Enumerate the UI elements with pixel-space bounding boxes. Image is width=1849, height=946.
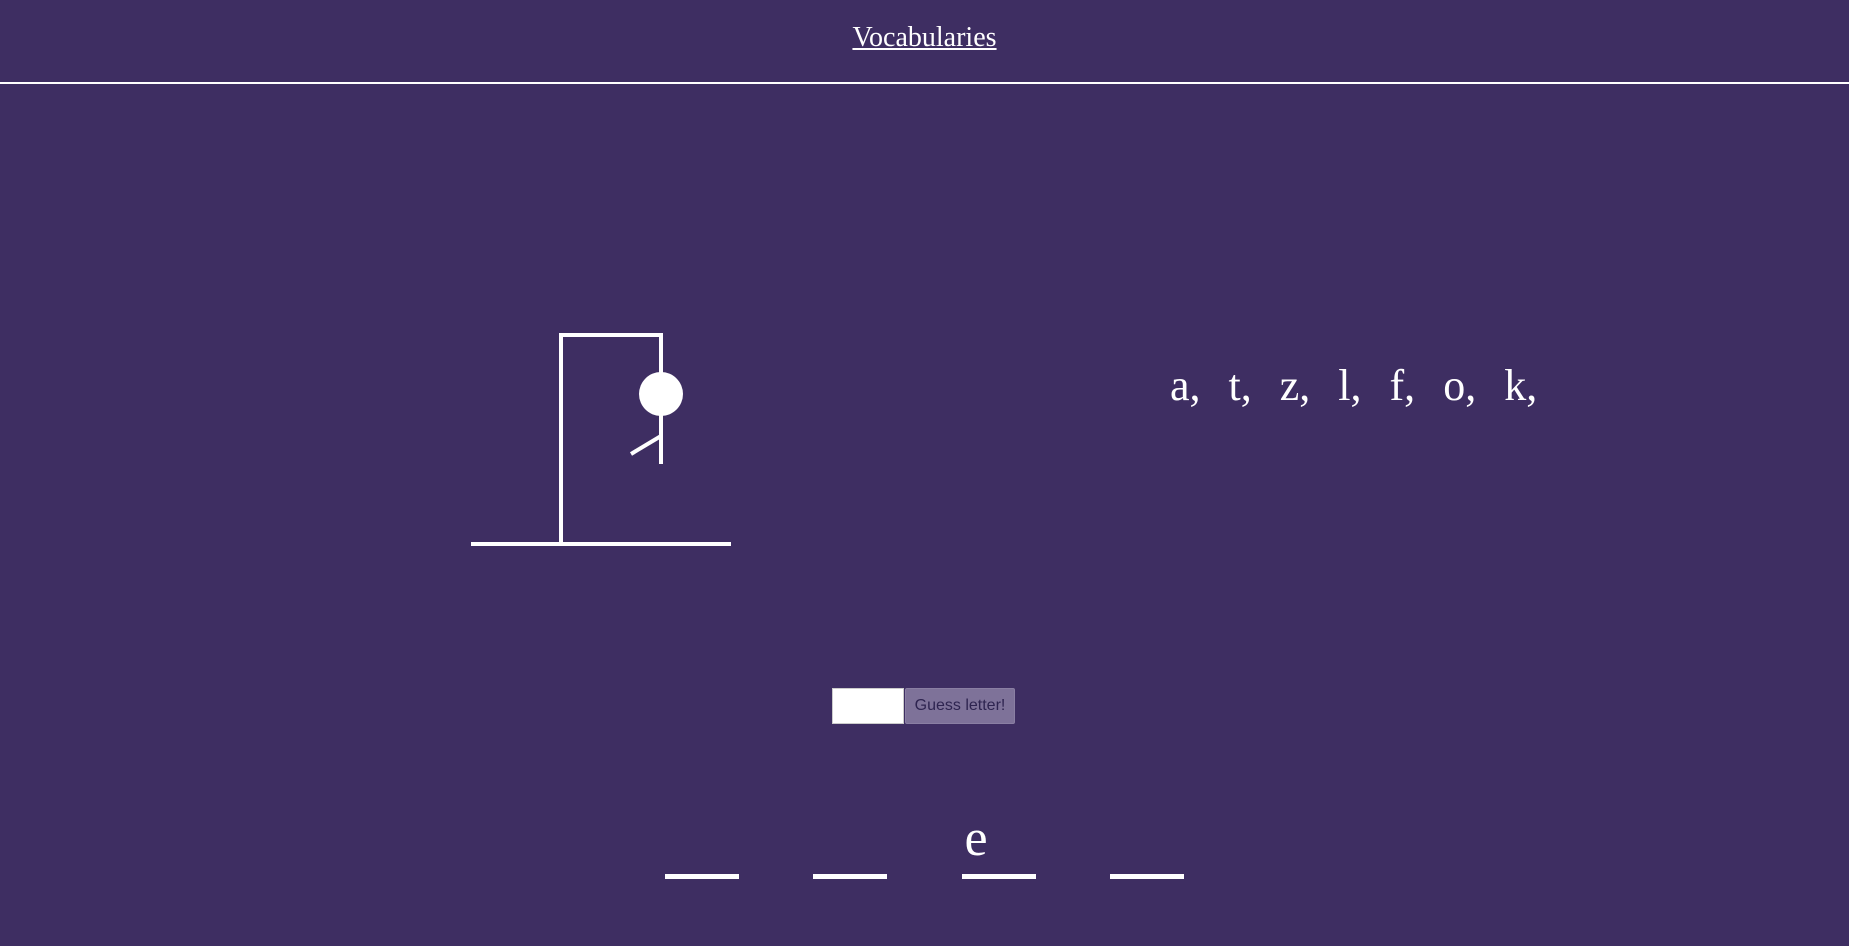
word-display: e [664, 800, 1224, 880]
header: Vocabularies [0, 0, 1849, 84]
letter-slot: e [962, 800, 1036, 880]
guessed-letter: k, [1504, 361, 1538, 410]
hangman-head [639, 372, 683, 416]
slot-underline [962, 874, 1036, 879]
letter-slot [813, 800, 887, 880]
guessed-letters: a, t, z, l, f, o, k, [1170, 360, 1565, 411]
guessed-letter: t, [1228, 361, 1252, 410]
slot-underline [665, 874, 739, 879]
slot-letter: e [964, 810, 988, 867]
slot-underline [1110, 874, 1184, 879]
guessed-letter: o, [1443, 361, 1477, 410]
guessed-letter: f, [1389, 361, 1416, 410]
hangman-left-arm [629, 434, 663, 456]
letter-input[interactable] [832, 688, 904, 724]
guess-letter-button[interactable]: Guess letter! [905, 688, 1015, 724]
letter-slot [665, 800, 739, 880]
guess-form: Guess letter! [832, 688, 1015, 724]
guessed-letter: z, [1279, 361, 1311, 410]
letter-slot [1110, 800, 1184, 880]
hangman-drawing [471, 333, 731, 546]
guessed-letter: a, [1170, 361, 1201, 410]
guessed-letter: l, [1338, 361, 1362, 410]
slot-underline [813, 874, 887, 879]
vocabularies-link[interactable]: Vocabularies [0, 22, 1849, 54]
